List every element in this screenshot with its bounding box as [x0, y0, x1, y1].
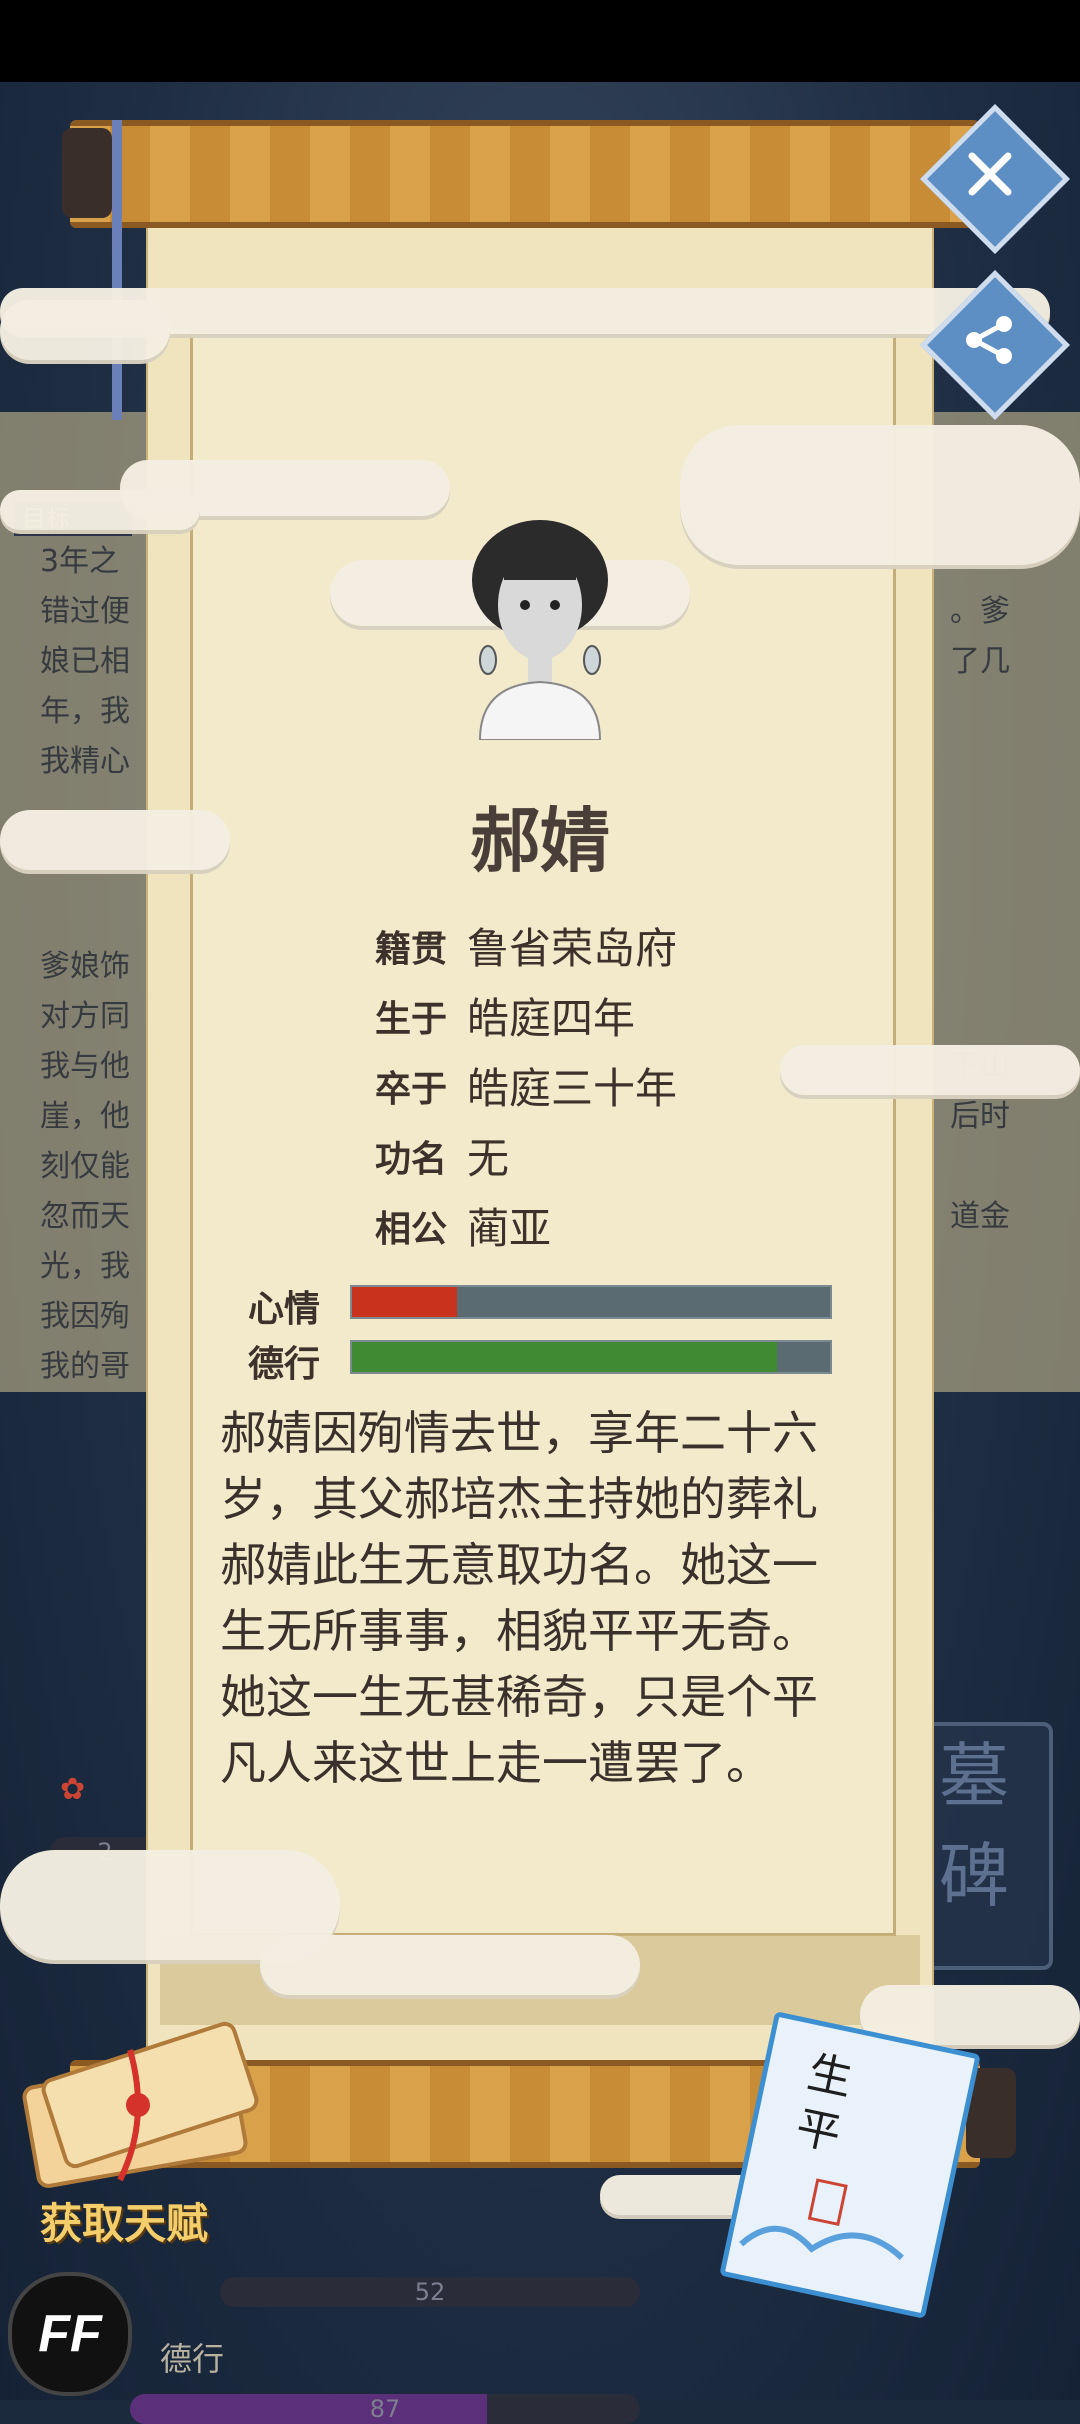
info-value: 皓庭三十年: [467, 1064, 678, 1113]
info-key: 卒于: [375, 1068, 448, 1110]
status-bar: [0, 0, 1080, 82]
get-talent-label[interactable]: 获取天赋: [40, 2190, 208, 2251]
info-row-hometown: 籍贯 鲁省荣岛府: [375, 915, 677, 975]
book-title: 生平: [791, 2046, 857, 2161]
background-bar-2: 87: [130, 2394, 640, 2424]
scroll-tassel: [112, 120, 122, 420]
epitaph-text: 郝婧因殉情去世，享年二十六岁，其父郝培杰主持她的葬礼郝婧此生无意取功名。她这一生…: [220, 1406, 818, 1790]
info-key: 相公: [375, 1208, 448, 1250]
background-text-right: 。爹 了几: [950, 594, 1010, 679]
scroll-bundle-icon: [22, 2021, 259, 2188]
fast-forward-button[interactable]: FF: [8, 2272, 132, 2396]
info-key: 功名: [375, 1138, 448, 1180]
cloud-decoration: [680, 425, 1080, 565]
background-bar-1: 52: [220, 2277, 640, 2307]
close-icon: [942, 126, 1038, 222]
info-row-born: 生于 皓庭四年: [375, 985, 635, 1045]
meter-mood: [350, 1285, 832, 1319]
info-row-rank: 功名无: [375, 1125, 509, 1185]
meter-label-mood: 心情: [248, 1289, 321, 1330]
background-text-left-2: 爹娘饰 对方同 我与他 崖，他 刻仅能 忽而天 光，我 我因殉 我的哥: [40, 949, 130, 1384]
cloud-decoration: [780, 1045, 1080, 1095]
background-text-left: 3年之 错过便 娘已相 年，我 我精心: [40, 544, 130, 779]
meter-fill-mood: [352, 1287, 458, 1317]
cloud-decoration: [260, 1935, 640, 1995]
get-talent-button[interactable]: [10, 2010, 270, 2210]
info-value: 皓庭四年: [467, 994, 636, 1043]
meter-label-virtue: 德行: [248, 1344, 321, 1385]
info-row-spouse: 相公 蔺亚: [375, 1195, 551, 1255]
scroll-roller-top: [70, 120, 980, 228]
flower-icon: ✿: [60, 1772, 86, 1807]
share-icon: [942, 292, 1038, 388]
meter-fill-virtue: [352, 1342, 778, 1372]
meter-virtue: [350, 1340, 832, 1374]
background-stat-label: 德行: [160, 2340, 225, 2378]
info-value: 无: [467, 1134, 510, 1183]
info-key: 籍贯: [375, 928, 448, 970]
cloud-decoration: [0, 300, 170, 360]
info-row-died: 卒于 皓庭三十年: [375, 1055, 677, 1115]
roller-cap-left: [62, 128, 112, 218]
cloud-decoration: [0, 490, 200, 530]
info-key: 生于: [375, 998, 448, 1040]
cloud-pattern-icon: [739, 2225, 904, 2261]
portrait-icon: [472, 520, 608, 741]
avatar: [460, 510, 620, 741]
character-name: 郝婧: [470, 799, 610, 882]
info-value: 鲁省荣岛府: [467, 924, 678, 973]
info-value: 蔺亚: [467, 1204, 552, 1253]
